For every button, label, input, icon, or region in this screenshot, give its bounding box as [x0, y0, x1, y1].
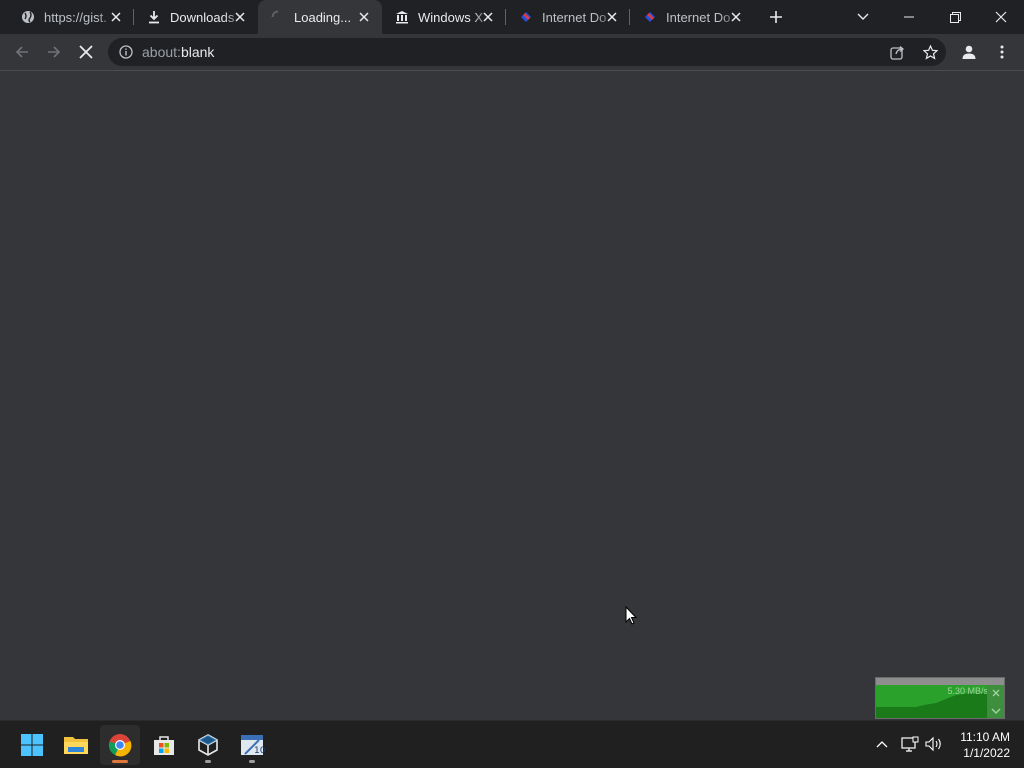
clock-time: 11:10 AM: [960, 730, 1010, 744]
active-indicator: [112, 760, 128, 763]
widget-title-bar: [876, 678, 1004, 685]
close-icon[interactable]: [356, 9, 372, 25]
url-scheme: about:: [142, 44, 181, 60]
close-icon[interactable]: [108, 9, 124, 25]
virtualbox-cube-icon: [198, 734, 218, 756]
stop-loading-button[interactable]: [72, 38, 100, 66]
globe-icon: [20, 9, 36, 25]
tab-strip: https://gist. Downloads Loading... Windo…: [0, 0, 1024, 34]
folder-icon: [64, 737, 88, 754]
tab-internet-download-1[interactable]: Internet Do: [506, 0, 630, 34]
chrome-button[interactable]: [100, 725, 140, 765]
tab-internet-download-2[interactable]: Internet Do: [630, 0, 754, 34]
mouse-cursor-icon: [625, 606, 637, 625]
start-button[interactable]: [12, 725, 52, 765]
store-bag-icon: [154, 736, 174, 755]
close-window-button[interactable]: [978, 0, 1024, 34]
address-bar[interactable]: about:blank: [108, 38, 946, 66]
back-button[interactable]: [8, 38, 36, 66]
volume-icon[interactable]: [925, 735, 943, 753]
calendar-app-button[interactable]: 10: [232, 725, 272, 765]
virtualbox-button[interactable]: [188, 725, 228, 765]
share-icon[interactable]: [889, 44, 905, 60]
taskbar: 10 11:10 AM 1/1/2022: [0, 720, 1024, 768]
tab-gist[interactable]: https://gist.: [0, 0, 134, 34]
system-clock[interactable]: 11:10 AM 1/1/2022: [960, 729, 1010, 761]
tab-windows-x[interactable]: Windows X: [382, 0, 506, 34]
url-text: about:blank: [142, 44, 214, 60]
tab-loading[interactable]: Loading...: [258, 0, 382, 34]
restore-button[interactable]: [932, 0, 978, 34]
network-icon[interactable]: [901, 735, 919, 753]
widget-side-panel: [987, 685, 1004, 718]
profile-avatar-button[interactable]: [955, 38, 983, 66]
archive-building-icon: [394, 9, 410, 25]
windows-logo-icon: [21, 734, 43, 756]
url-path: blank: [180, 44, 215, 60]
show-hidden-icons-chevron-icon[interactable]: [873, 735, 891, 753]
chrome-icon: [108, 734, 132, 757]
new-tab-button[interactable]: [766, 7, 786, 27]
forward-button[interactable]: [40, 38, 68, 66]
tab-downloads[interactable]: Downloads: [134, 0, 258, 34]
tab-search-button[interactable]: [840, 0, 886, 34]
info-icon[interactable]: [118, 44, 134, 60]
close-icon[interactable]: [480, 9, 496, 25]
svg-text:10: 10: [254, 746, 265, 756]
clock-date: 1/1/2022: [963, 746, 1010, 760]
speed-readout: 5.30 MB/s: [947, 686, 988, 696]
more-menu-icon[interactable]: [988, 38, 1016, 66]
file-explorer-button[interactable]: [56, 725, 96, 765]
minimize-button[interactable]: [886, 0, 932, 34]
download-icon: [146, 9, 162, 25]
page-content-blank[interactable]: [0, 71, 1024, 720]
close-icon[interactable]: [232, 9, 248, 25]
running-indicator: [249, 760, 255, 763]
calendar-10-icon: 10: [241, 735, 265, 756]
close-icon[interactable]: [728, 9, 744, 25]
idm-icon: [642, 9, 658, 25]
running-indicator: [205, 760, 211, 763]
microsoft-store-button[interactable]: [144, 725, 184, 765]
browser-toolbar: about:blank: [0, 34, 1024, 71]
bookmark-star-icon[interactable]: [922, 44, 938, 60]
download-speed-widget[interactable]: 5.30 MB/s: [875, 677, 1005, 719]
idm-icon: [518, 9, 534, 25]
loading-spinner-icon: [270, 9, 286, 25]
close-icon[interactable]: [604, 9, 620, 25]
